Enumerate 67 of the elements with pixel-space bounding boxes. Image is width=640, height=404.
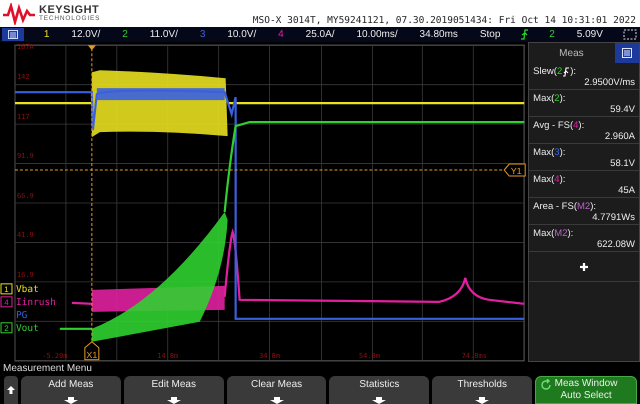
softkey-button[interactable]: Edit Meas xyxy=(124,376,224,404)
menu-button[interactable] xyxy=(2,28,24,41)
softkey-label: Edit Meas xyxy=(152,379,196,390)
channel-number[interactable]: 1 xyxy=(42,29,52,40)
softkey-label: Add Meas xyxy=(48,379,94,390)
channel-marker[interactable]: 1 xyxy=(0,283,12,294)
measurement-label: Max(4): xyxy=(533,174,566,185)
panel-title: Meas xyxy=(559,48,584,58)
channel-scale[interactable]: 25.0A/ xyxy=(304,29,337,40)
trigger-level[interactable]: 5.09V xyxy=(574,29,605,40)
rising-edge-icon xyxy=(520,29,530,40)
down-arrow-icon xyxy=(166,397,181,404)
channel-marker[interactable]: 4 xyxy=(0,296,12,308)
softkey-button[interactable]: Clear Meas xyxy=(226,376,326,404)
timebase-scale[interactable]: 10.00ms/ xyxy=(354,29,400,40)
channel-number[interactable]: 4 xyxy=(276,29,286,40)
menu-icon xyxy=(8,30,18,39)
trigger-source[interactable]: 2 xyxy=(547,29,557,40)
softkey-button[interactable]: Add Meas xyxy=(21,376,121,404)
wave-logo-icon xyxy=(2,2,36,24)
channel-scale[interactable]: 11.0V/ xyxy=(148,29,180,40)
run-state[interactable]: Stop xyxy=(478,29,502,40)
channel-number[interactable]: 3 xyxy=(198,29,208,40)
channel-label: Iinrush xyxy=(16,296,56,308)
measurement-value: 45A xyxy=(618,185,635,196)
softkey-label: Statistics xyxy=(359,379,400,390)
measurement-value: 2.9500V/ms xyxy=(584,77,635,88)
measurement-label: Slew(2 ): xyxy=(533,66,578,77)
softkey-label: Clear Meas xyxy=(251,379,302,390)
down-arrow-icon xyxy=(64,397,78,404)
channel-marker[interactable]: 2 xyxy=(0,322,12,334)
menu-icon xyxy=(622,48,632,58)
menu-title: Measurement Menu xyxy=(2,362,93,375)
down-arrow-icon xyxy=(475,397,490,404)
instrument-info: MSO-X 3014T, MY59241121, 07.30.2019051434: Fri Oct 14 10:31:01 2022 xyxy=(252,15,636,27)
toggle-label: Meas Window xyxy=(554,378,618,390)
softkey-button[interactable]: Statistics xyxy=(329,376,430,404)
brand-name: KEYSIGHT xyxy=(39,4,100,16)
measurement-value: 622.08W xyxy=(596,239,635,250)
channel-scale[interactable]: 10.0V/ xyxy=(225,29,258,40)
back-button[interactable] xyxy=(4,376,18,404)
down-arrow-icon xyxy=(372,397,386,404)
measurement-label: Max(M2): xyxy=(533,228,574,239)
measurement-value: 58.1V xyxy=(610,158,635,169)
measurement-value: 2.960A xyxy=(604,131,635,142)
time-delay[interactable]: 34.80ms xyxy=(418,29,460,40)
softkey-label: Thresholds xyxy=(457,379,507,390)
measurement-value: 59.4V xyxy=(610,104,635,115)
measurement-label: Area - FS(M2): xyxy=(533,201,597,212)
zoom-box-icon[interactable] xyxy=(622,29,637,40)
channel-label: Vout xyxy=(16,322,39,334)
toggle-button[interactable]: Meas Window Auto Select xyxy=(535,376,637,404)
up-arrow-icon xyxy=(7,386,15,394)
measurement-value: 4.7791Ws xyxy=(592,212,635,223)
curved-arrow-icon xyxy=(540,379,552,391)
channel-label: PG xyxy=(16,310,28,321)
plus-icon xyxy=(579,262,590,272)
measurement-label: Max(3): xyxy=(533,147,566,158)
measurement-label: Max(2): xyxy=(533,93,566,104)
channel-scale[interactable]: 12.0V/ xyxy=(69,29,102,40)
toggle-label: Auto Select xyxy=(560,390,612,402)
down-arrow-icon xyxy=(270,397,284,404)
channel-number[interactable]: 2 xyxy=(120,29,130,40)
measurement-label: Avg - FS(4): xyxy=(533,120,586,131)
panel-menu-button[interactable] xyxy=(615,43,639,63)
channel-label: Vbat xyxy=(16,284,39,295)
softkey-button[interactable]: Thresholds xyxy=(432,376,532,404)
